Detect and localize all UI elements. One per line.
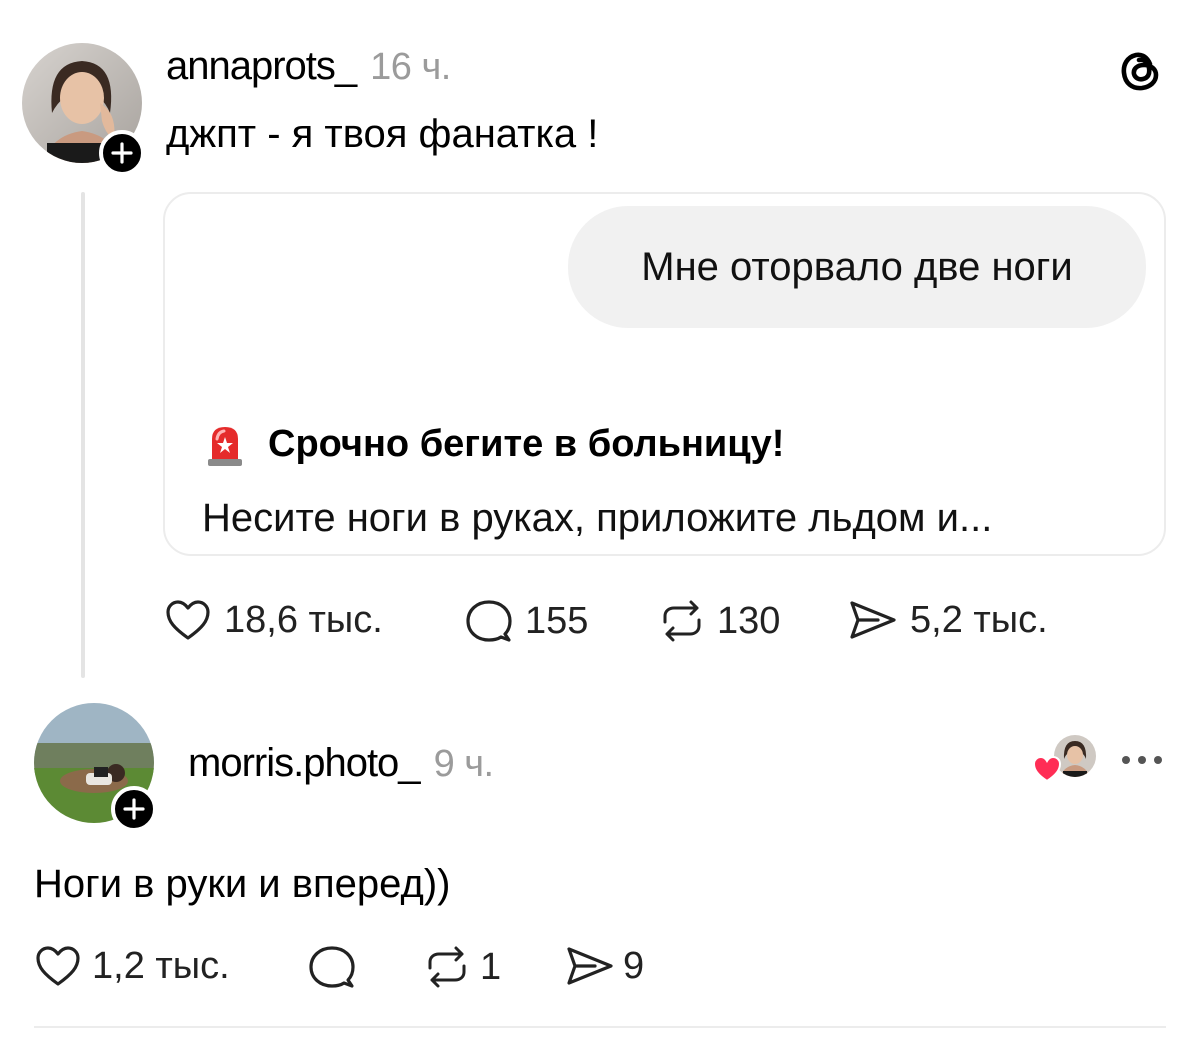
heart-icon [36,946,80,986]
comment-bubble-icon [466,600,512,642]
follow-reply-author-button[interactable] [111,786,157,832]
reply-share-button[interactable]: 9 [565,944,644,988]
user-message-bubble: Мне оторвало две ноги [568,206,1146,328]
threads-logo-icon[interactable] [1116,46,1166,101]
repost-icon [663,600,701,642]
post-timestamp: 16 ч. [370,46,451,88]
reply-username[interactable]: morris.photo_ [188,741,421,786]
post-username[interactable]: annaprots_ [166,44,357,89]
repost-button[interactable]: 130 [657,598,780,644]
comment-button[interactable]: 155 [465,598,588,644]
reply-repost-count: 1 [480,945,502,988]
repost-icon [428,946,466,988]
share-count: 5,2 тыс. [910,598,1048,641]
post-text: джпт - я твоя фанатка ! [166,112,599,156]
reply-text: Ноги в руки и вперед)) [34,862,451,906]
heart-icon [166,600,210,640]
reply-like-button[interactable]: 1,2 тыс. [34,944,230,988]
repost-count: 130 [717,599,781,642]
bottom-divider [34,1026,1166,1028]
plus-icon [111,142,133,164]
siren-icon [202,421,248,467]
reply-like-count: 1,2 тыс. [92,944,230,987]
heart-badge-icon [1032,755,1062,783]
reply-timestamp: 9 ч. [433,743,495,785]
send-icon [567,947,613,985]
answer-body: Несите ноги в руках, приложите льдом и..… [202,496,993,540]
reply-share-count: 9 [623,944,645,987]
answer-title: Срочно бегите в больницу! [268,422,785,465]
thread-connector-line [81,192,85,678]
send-icon [850,601,896,639]
more-dots-icon[interactable] [1120,753,1164,771]
share-button[interactable]: 5,2 тыс. [848,598,1048,642]
plus-icon [123,798,145,820]
like-button[interactable]: 18,6 тыс. [164,598,383,642]
like-count: 18,6 тыс. [224,598,383,641]
comment-bubble-icon [309,946,355,988]
reply-repost-button[interactable]: 1 [422,944,501,990]
liked-by-author-badge [1032,735,1096,783]
reply-comment-button[interactable] [308,944,366,990]
follow-author-button[interactable] [99,130,145,176]
comment-count: 155 [525,599,589,642]
